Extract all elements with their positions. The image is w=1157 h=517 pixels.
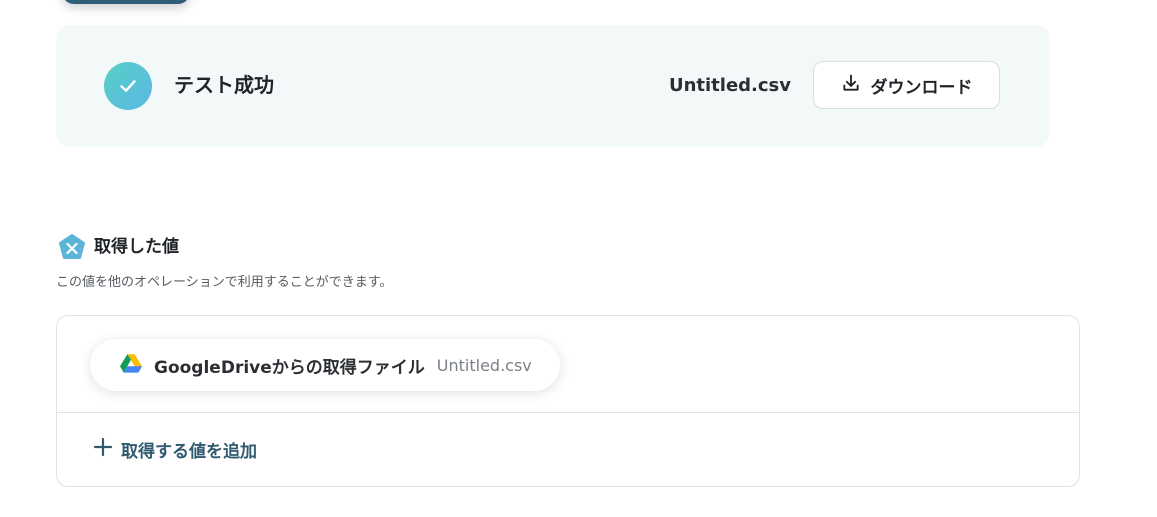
- acquired-values-title: 取得した値: [94, 237, 179, 257]
- add-acquired-value-label: 取得する値を追加: [121, 441, 257, 462]
- result-file-name: Untitled.csv: [668, 75, 791, 96]
- google-drive-icon: [120, 353, 142, 377]
- acquired-value-label: GoogleDriveからの取得ファイル: [154, 357, 425, 378]
- acquired-values-description: この値を他のオペレーションで利用することができます。: [56, 275, 393, 290]
- download-button-label: ダウンロード: [870, 77, 973, 98]
- acquired-value-sample: Untitled.csv: [436, 355, 532, 375]
- success-check-icon: [104, 62, 152, 110]
- page: テスト成功 Untitled.csv ダウンロード 取得した値 この値を他のオペ…: [0, 0, 1157, 517]
- test-result-title: テスト成功: [174, 73, 274, 97]
- variable-icon: [58, 234, 86, 260]
- previous-button-fragment[interactable]: [62, 0, 190, 4]
- test-result-card: テスト成功 Untitled.csv ダウンロード: [56, 25, 1050, 147]
- values-divider: [57, 412, 1079, 413]
- acquired-value-chip[interactable]: GoogleDriveからの取得ファイル Untitled.csv: [90, 339, 560, 391]
- download-button[interactable]: ダウンロード: [813, 61, 1000, 109]
- add-acquired-value-button[interactable]: 取得する値を追加: [93, 434, 257, 464]
- plus-icon: [93, 437, 113, 461]
- download-icon: [841, 73, 861, 97]
- acquired-values-box: GoogleDriveからの取得ファイル Untitled.csv 取得する値を…: [56, 315, 1080, 487]
